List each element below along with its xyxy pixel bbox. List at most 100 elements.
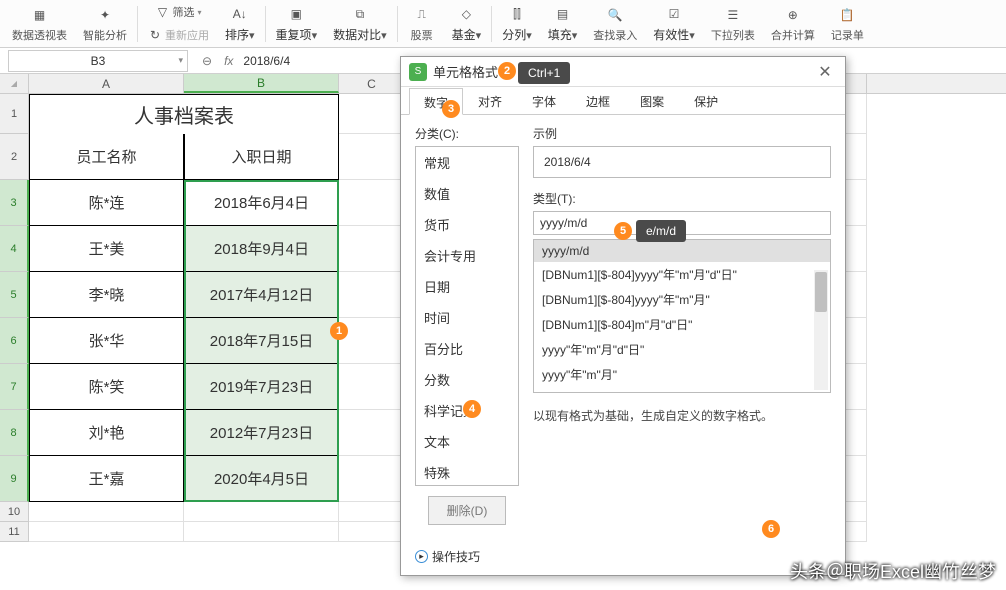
cell-b2[interactable]: 入职日期 [184,134,339,180]
name-box[interactable]: B3 [8,50,188,72]
fill-button[interactable]: ▤填充▾ [540,2,586,46]
cat-fraction[interactable]: 分数 [416,364,518,395]
tab-align[interactable]: 对齐 [463,87,517,114]
type-item[interactable]: yyyy"年"m"月" [534,362,830,387]
tab-font[interactable]: 字体 [517,87,571,114]
reapply-button[interactable]: ↻重新应用 [140,24,217,46]
merge-calc-button[interactable]: ⊕合并计算 [763,2,823,46]
row-header-7[interactable]: 7 [0,364,29,410]
dropdown-icon: ☰ [723,5,743,25]
step-badge-3: 3 [442,100,460,118]
row-header-1[interactable]: 1 [0,94,29,134]
cell-a4[interactable]: 王*美 [29,226,184,272]
type-item[interactable]: m"月"d"日" [534,387,830,393]
dialog-tabs: 数字 对齐 字体 边框 图案 保护 [401,87,845,115]
sample-label: 示例 [533,125,831,142]
app-icon: S [409,63,427,81]
tab-protect[interactable]: 保护 [679,87,733,114]
row-header-6[interactable]: 6 [0,318,29,364]
cell-b9[interactable]: 2020年4月5日 [184,456,339,502]
fx-icon[interactable]: fx [218,54,239,68]
row-header-11[interactable]: 11 [0,522,29,542]
cat-currency[interactable]: 货币 [416,209,518,240]
col-header-b[interactable]: B [184,74,339,93]
type-hint-tooltip: e/m/d [636,220,686,242]
record-icon: 📋 [837,5,857,25]
info-icon: ▸ [415,550,428,563]
cell-b7[interactable]: 2019年7月23日 [184,364,339,410]
compare-button[interactable]: ⧉数据对比▾ [325,2,395,46]
cell-b4[interactable]: 2018年9月4日 [184,226,339,272]
dup-icon: ▣ [286,4,306,24]
cat-date[interactable]: 日期 [416,271,518,302]
row-header-8[interactable]: 8 [0,410,29,456]
cell-a8[interactable]: 刘*艳 [29,410,184,456]
cell-a2[interactable]: 员工名称 [29,134,184,180]
cell-title[interactable]: 人事档案表 [29,94,339,134]
row-header-2[interactable]: 2 [0,134,29,180]
select-all-corner[interactable]: ◢ [0,74,29,93]
valid-icon: ☑ [664,4,684,24]
type-label: 类型(T): [533,190,831,207]
reapply-icon: ↻ [148,28,162,42]
smart-analyze-button[interactable]: ✦智能分析 [75,2,135,46]
category-list[interactable]: 常规 数值 货币 会计专用 日期 时间 百分比 分数 科学记数 文本 特殊 自定… [415,146,519,486]
delete-button[interactable]: 删除(D) [428,496,507,525]
category-label: 分类(C): [415,125,519,142]
dropdown-list-button[interactable]: ☰下拉列表 [703,2,763,46]
stock-button[interactable]: ⎍股票 [400,2,444,46]
cell-a3[interactable]: 陈*连 [29,180,184,226]
description-text: 以现有格式为基础，生成自定义的数字格式。 [533,407,831,424]
type-item[interactable]: yyyy/m/d [534,240,830,262]
cat-general[interactable]: 常规 [416,147,518,178]
find-input-button[interactable]: 🔍查找录入 [585,2,645,46]
cell-b6[interactable]: 2018年7月15日 [184,318,339,364]
cat-number[interactable]: 数值 [416,178,518,209]
close-icon[interactable]: ✕ [813,60,837,84]
cancel-icon[interactable]: ⊖ [196,54,218,68]
cell-b3[interactable]: 2018年6月4日 [184,180,339,226]
pivot-table-button[interactable]: ▦数据透视表 [4,2,75,46]
sort-icon: A↓ [230,4,250,24]
cell-b8[interactable]: 2012年7月23日 [184,410,339,456]
type-item[interactable]: [DBNum1][$-804]yyyy"年"m"月"d"日" [534,262,830,287]
row-header-10[interactable]: 10 [0,502,29,522]
type-item[interactable]: [DBNum1][$-804]yyyy"年"m"月" [534,287,830,312]
cell-a9[interactable]: 王*嘉 [29,456,184,502]
filter-button[interactable]: ▽筛选▾ [140,1,217,23]
type-item[interactable]: [DBNum1][$-804]m"月"d"日" [534,312,830,337]
analyze-icon: ✦ [95,5,115,25]
type-item[interactable]: yyyy"年"m"月"d"日" [534,337,830,362]
scrollbar[interactable] [814,270,828,390]
cat-time[interactable]: 时间 [416,302,518,333]
step-badge-1: 1 [330,322,348,340]
fund-button[interactable]: ◇基金▾ [444,2,490,46]
step-badge-5: 5 [614,222,632,240]
validation-button[interactable]: ☑有效性▾ [645,2,703,46]
split-button[interactable]: ⫿⫿分列▾ [494,2,540,46]
row-header-4[interactable]: 4 [0,226,29,272]
duplicates-button[interactable]: ▣重复项▾ [268,2,326,46]
cat-accounting[interactable]: 会计专用 [416,240,518,271]
row-header-9[interactable]: 9 [0,456,29,502]
type-list[interactable]: yyyy/m/d [DBNum1][$-804]yyyy"年"m"月"d"日" … [533,239,831,393]
row-header-3[interactable]: 3 [0,180,29,226]
tab-pattern[interactable]: 图案 [625,87,679,114]
cell-a7[interactable]: 陈*笑 [29,364,184,410]
sort-button[interactable]: A↓排序▾ [217,2,263,46]
col-header-a[interactable]: A [29,74,184,93]
cell-b5[interactable]: 2017年4月12日 [184,272,339,318]
cell-a5[interactable]: 李*晓 [29,272,184,318]
find-icon: 🔍 [605,5,625,25]
cell-a6[interactable]: 张*华 [29,318,184,364]
tab-border[interactable]: 边框 [571,87,625,114]
cat-percent[interactable]: 百分比 [416,333,518,364]
cat-special[interactable]: 特殊 [416,457,518,486]
col-header-c[interactable]: C [339,74,405,93]
fill-icon: ▤ [553,4,573,24]
cell-format-dialog: S 单元格格式 ✕ 数字 对齐 字体 边框 图案 保护 分类(C): 常规 数值… [400,56,846,576]
record-form-button[interactable]: 📋记录单 [823,2,872,46]
tips-link[interactable]: ▸操作技巧 [415,548,480,565]
cat-text[interactable]: 文本 [416,426,518,457]
row-header-5[interactable]: 5 [0,272,29,318]
